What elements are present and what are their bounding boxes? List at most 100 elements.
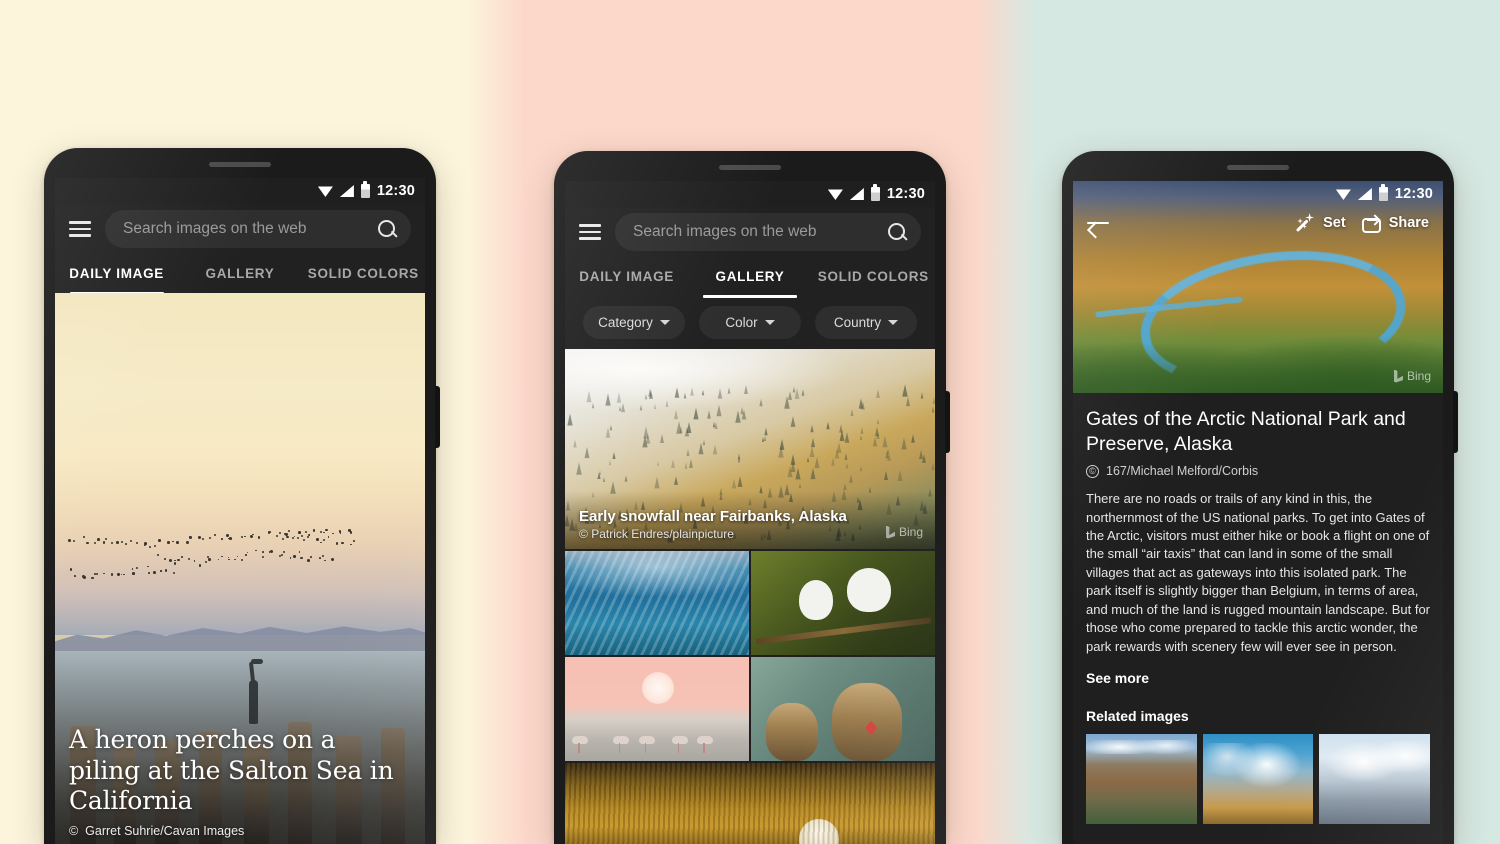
tab-daily-image[interactable]: DAILY IMAGE [55, 258, 178, 295]
detail-toolbar: Set Share [1073, 207, 1443, 239]
hamburger-menu-icon[interactable] [579, 220, 601, 244]
flamingo [697, 736, 713, 744]
cellular-signal-icon [850, 188, 864, 200]
side-button[interactable] [435, 386, 440, 448]
owl-head [799, 819, 839, 844]
gallery-filter-row: Category Color Country [565, 298, 935, 349]
phone2-app-bar: Search images on the web [565, 207, 935, 261]
gallery-hero-item[interactable]: Early snowfall near Fairbanks, Alaska © … [565, 349, 935, 549]
side-button[interactable] [945, 391, 950, 453]
copyright-symbol: © [579, 527, 588, 541]
wifi-icon [828, 188, 843, 200]
sun-shape [642, 672, 674, 704]
earpiece-speaker [209, 162, 271, 167]
gelada-monkey [832, 683, 902, 761]
bing-watermark-label: Bing [1407, 369, 1431, 383]
tab-solid-colors[interactable]: SOLID COLORS [302, 258, 425, 295]
filter-chip-label: Country [834, 315, 881, 330]
related-images-row [1086, 734, 1430, 824]
daily-image-caption: A heron perches on a piling at the Salto… [69, 725, 411, 838]
filter-chip-color[interactable]: Color [699, 306, 801, 339]
credit-text: Garret Suhrie/Cavan Images [85, 824, 244, 838]
gallery-hero-credit: © Patrick Endres/plainpicture [579, 527, 847, 541]
bing-logo-icon [886, 526, 895, 539]
battery-icon [361, 184, 370, 198]
gallery-item-blue-glacier-ice[interactable] [565, 551, 749, 655]
share-icon [1362, 214, 1382, 233]
search-input[interactable]: Search images on the web [105, 210, 411, 248]
gallery-item-snowy-owl-in-golden-grass[interactable] [565, 763, 935, 844]
branch-shape [755, 617, 931, 644]
filter-chip-label: Category [598, 315, 653, 330]
related-thumb-snowy-mountain-range[interactable] [1319, 734, 1430, 824]
share-label: Share [1389, 215, 1429, 231]
detail-action-group: Set Share [1296, 213, 1429, 233]
see-more-link[interactable]: See more [1086, 670, 1430, 686]
daily-image-title: A heron perches on a piling at the Salto… [69, 725, 411, 817]
phone1-screen: 12:30 Search images on the web DAILY IMA… [55, 178, 425, 844]
detail-description: There are no roads or trails of any kind… [1086, 490, 1430, 656]
filter-chip-category[interactable]: Category [583, 306, 685, 339]
status-time: 12:30 [1395, 186, 1433, 202]
credit-text: Patrick Endres/plainpicture [591, 527, 734, 541]
flamingo [639, 736, 655, 744]
tab-gallery[interactable]: GALLERY [688, 261, 811, 298]
phone-image-detail: Bing 12:30 Set Share Gates of the Arctic… [1062, 151, 1454, 844]
detail-title: Gates of the Arctic National Park and Pr… [1086, 407, 1430, 456]
side-button[interactable] [1453, 391, 1458, 453]
phone2-screen: 12:30 Search images on the web DAILY IMA… [565, 181, 935, 844]
wifi-icon [1336, 188, 1351, 200]
related-images-heading: Related images [1086, 708, 1430, 724]
search-placeholder: Search images on the web [123, 220, 378, 238]
tab-solid-colors[interactable]: SOLID COLORS [812, 261, 935, 298]
cellular-signal-icon [340, 185, 354, 197]
bing-watermark-label: Bing [899, 525, 923, 539]
detail-credit: © 167/Michael Melford/Corbis [1086, 464, 1430, 478]
copyright-icon: © [1086, 465, 1099, 478]
phone1-tabs: DAILY IMAGE GALLERY SOLID COLORS [55, 258, 425, 295]
gallery-hero-title: Early snowfall near Fairbanks, Alaska [579, 508, 847, 525]
gallery-item-gelada-monkeys[interactable] [751, 657, 935, 761]
search-icon[interactable] [888, 223, 907, 242]
phone-daily-image: 12:30 Search images on the web DAILY IMA… [44, 148, 436, 844]
chevron-down-icon [660, 320, 670, 325]
tab-gallery[interactable]: GALLERY [178, 258, 301, 295]
search-icon[interactable] [378, 220, 397, 239]
search-placeholder: Search images on the web [633, 223, 888, 241]
flamingo [672, 736, 688, 744]
chevron-down-icon [888, 320, 898, 325]
back-arrow-icon[interactable] [1087, 214, 1109, 232]
copyright-symbol: © [69, 824, 78, 838]
status-time: 12:30 [887, 186, 925, 202]
gallery-thumbnail-grid [565, 549, 935, 844]
filter-chip-country[interactable]: Country [815, 306, 917, 339]
chevron-down-icon [765, 320, 775, 325]
phone3-screen: Bing 12:30 Set Share Gates of the Arctic… [1073, 181, 1443, 844]
tab-daily-image[interactable]: DAILY IMAGE [565, 261, 688, 298]
phone2-tabs: DAILY IMAGE GALLERY SOLID COLORS [565, 261, 935, 298]
screenshot-stage: 12:30 Search images on the web DAILY IMA… [0, 0, 1500, 844]
gallery-item-white-terns-on-branch[interactable] [751, 551, 935, 655]
credit-text: 167/Michael Melford/Corbis [1106, 464, 1258, 478]
hamburger-menu-icon[interactable] [69, 217, 91, 241]
gallery-item-flamingos-at-sunrise[interactable] [565, 657, 749, 761]
share-button[interactable]: Share [1362, 214, 1429, 233]
phone1-status-bar: 12:30 [55, 178, 425, 204]
flamingo [572, 736, 588, 744]
related-thumb-storm-clouds-over-desert[interactable] [1203, 734, 1314, 824]
magic-wand-icon [1296, 213, 1316, 233]
tern-bird [847, 568, 891, 612]
cellular-signal-icon [1358, 188, 1372, 200]
earpiece-speaker [1227, 165, 1289, 170]
filter-chip-label: Color [725, 315, 757, 330]
detail-content: Gates of the Arctic National Park and Pr… [1073, 393, 1443, 824]
search-input[interactable]: Search images on the web [615, 213, 921, 251]
phone-gallery: 12:30 Search images on the web DAILY IMA… [554, 151, 946, 844]
daily-image-container[interactable]: A heron perches on a piling at the Salto… [55, 293, 425, 844]
set-label: Set [1323, 215, 1346, 231]
bing-logo-icon [1394, 370, 1403, 383]
set-wallpaper-button[interactable]: Set [1296, 213, 1346, 233]
related-thumb-mountain-valley[interactable] [1086, 734, 1197, 824]
phone1-app-bar: Search images on the web [55, 204, 425, 258]
wifi-icon [318, 185, 333, 197]
